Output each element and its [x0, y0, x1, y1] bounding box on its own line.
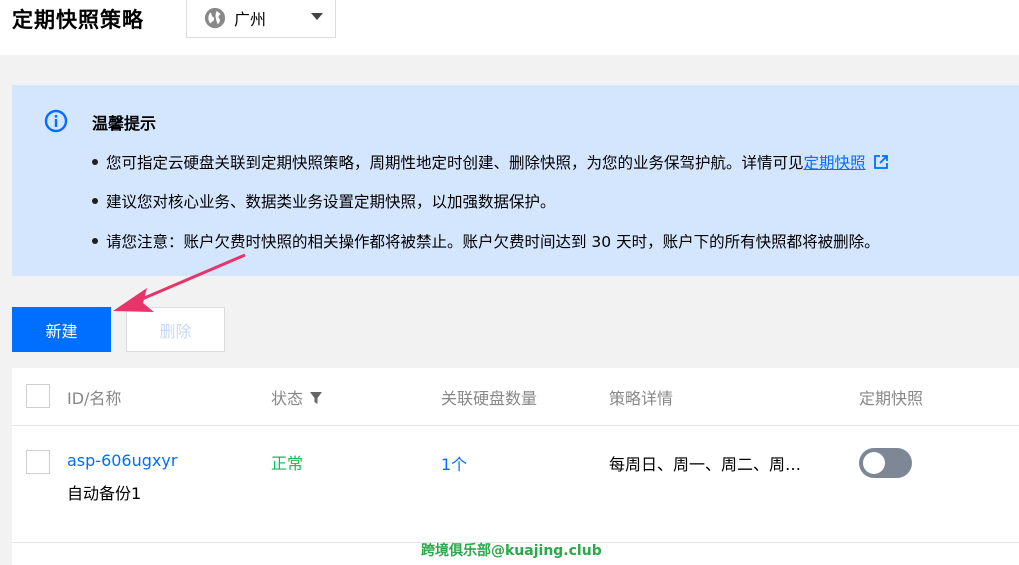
- policy-id-link[interactable]: asp-606ugxyr: [67, 451, 177, 470]
- column-header-id: ID/名称: [67, 389, 122, 408]
- column-header-schedule: 定期快照: [859, 389, 924, 408]
- disk-count-link[interactable]: 1个: [441, 451, 467, 475]
- row-checkbox[interactable]: [26, 450, 50, 474]
- column-header-detail: 策略详情: [609, 389, 674, 408]
- notice-item: 建议您对核心业务、数据类业务设置定期快照，以加强数据保护。: [92, 190, 556, 212]
- schedule-toggle[interactable]: [859, 448, 912, 478]
- new-policy-button[interactable]: 新建: [12, 307, 111, 352]
- toggle-knob: [863, 452, 885, 474]
- column-header-status[interactable]: 状态: [271, 385, 323, 409]
- region-label: 广州: [234, 10, 267, 29]
- status-badge: 正常: [271, 454, 304, 473]
- chevron-down-icon: [311, 13, 323, 20]
- table-row: asp-606ugxyr 自动备份1 正常 1个 每周日、周一、周二、周…: [12, 426, 1019, 543]
- policy-name: 自动备份1: [67, 484, 142, 503]
- info-icon: [44, 109, 68, 133]
- filter-icon[interactable]: [309, 391, 323, 405]
- policy-detail: 每周日、周一、周二、周…: [609, 455, 802, 474]
- select-all-checkbox[interactable]: [26, 384, 50, 408]
- watermark: 跨境俱乐部@kuajing.club: [421, 543, 602, 559]
- external-link-icon[interactable]: [873, 154, 888, 169]
- region-select[interactable]: 广州: [186, 0, 336, 38]
- notice-item: 请您注意：账户欠费时快照的相关操作都将被禁止。账户欠费时间达到 30 天时，账户…: [92, 230, 880, 252]
- notice-item: 您可指定云硬盘关联到定期快照策略，周期性地定时创建、删除快照，为您的业务保驾护航…: [92, 151, 888, 173]
- notice-title: 温馨提示: [92, 114, 157, 133]
- policy-table: ID/名称 状态 关联硬盘数量 策略详情 定期快照 asp-606ugxyr 自…: [12, 368, 1019, 565]
- column-header-disks: 关联硬盘数量: [441, 389, 538, 408]
- snapshot-doc-link[interactable]: 定期快照: [804, 154, 866, 172]
- top-bar: 定期快照策略 广州: [0, 0, 1019, 55]
- globe-icon: [204, 7, 226, 29]
- page-title: 定期快照策略: [12, 8, 144, 32]
- delete-button[interactable]: 删除: [126, 307, 225, 352]
- notice-panel: 温馨提示 您可指定云硬盘关联到定期快照策略，周期性地定时创建、删除快照，为您的业…: [12, 85, 1019, 276]
- table-header: ID/名称 状态 关联硬盘数量 策略详情 定期快照: [12, 368, 1019, 426]
